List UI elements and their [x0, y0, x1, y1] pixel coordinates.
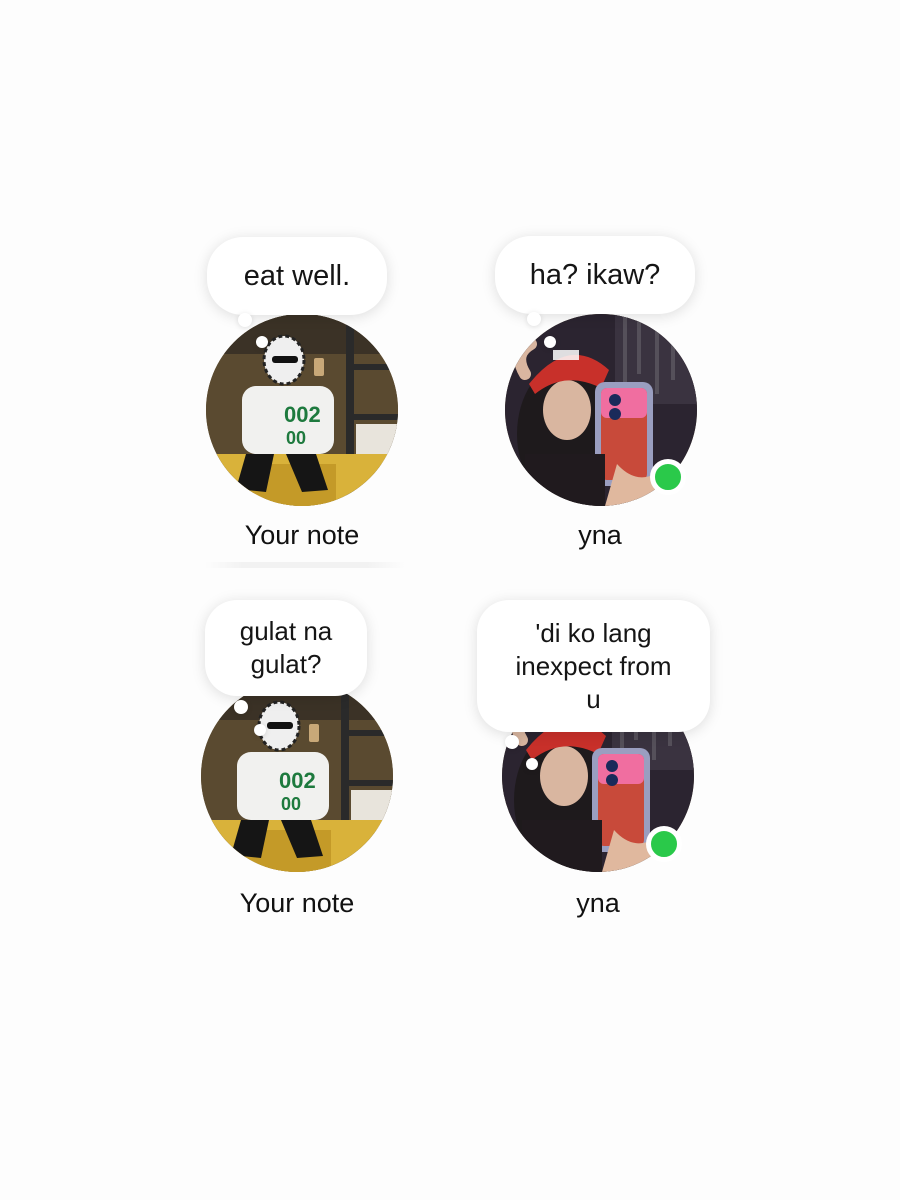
note-bubble[interactable]: eat well.	[207, 237, 387, 315]
note-owner-name: Your note	[239, 888, 355, 918]
note-text: gulat na gulat?	[239, 616, 333, 679]
bubble-tail-dot	[527, 312, 541, 326]
bubble-tail-dot	[526, 758, 538, 770]
bubble-tail-dot	[256, 336, 268, 348]
bubble-tail-dot	[238, 313, 252, 327]
note-owner-name: Your note	[244, 520, 360, 550]
note-text: 'di ko lang inexpect from u	[515, 617, 672, 714]
bubble-tail-dot	[505, 735, 519, 749]
profile-photo	[201, 680, 393, 872]
note-text: ha? ikaw?	[529, 258, 661, 291]
avatar[interactable]	[206, 314, 398, 506]
divider	[205, 562, 405, 568]
note-owner-name: yna	[578, 520, 622, 550]
online-status-indicator	[646, 826, 682, 862]
bubble-tail-dot	[234, 700, 248, 714]
profile-photo	[206, 314, 398, 506]
online-status-indicator	[650, 459, 686, 495]
note-owner-name: yna	[576, 888, 620, 918]
note-bubble[interactable]: gulat na gulat?	[205, 600, 367, 696]
bubble-tail-dot	[254, 724, 266, 736]
avatar[interactable]	[201, 680, 393, 872]
note-text: eat well.	[243, 259, 351, 292]
note-bubble[interactable]: 'di ko lang inexpect from u	[477, 600, 710, 732]
note-bubble[interactable]: ha? ikaw?	[495, 236, 695, 314]
bubble-tail-dot	[544, 336, 556, 348]
